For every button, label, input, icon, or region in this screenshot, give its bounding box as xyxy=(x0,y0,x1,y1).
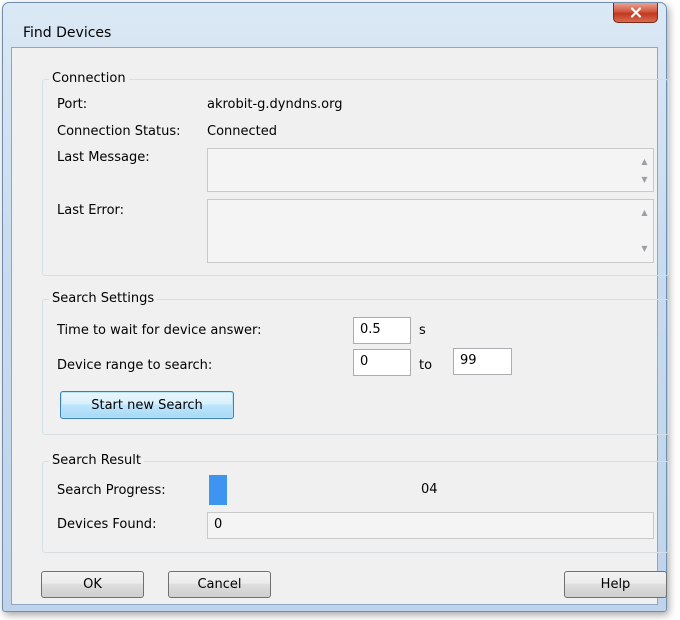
range-from-input[interactable]: 0 xyxy=(353,349,411,376)
close-button[interactable] xyxy=(613,3,658,23)
scroll-down-icon[interactable]: ▼ xyxy=(641,171,647,189)
connection-status-value: Connected xyxy=(207,124,278,139)
search-settings-group-title: Search Settings xyxy=(49,291,158,307)
last-message-label: Last Message: xyxy=(57,150,150,165)
port-value: akrobit-g.dyndns.org xyxy=(207,97,343,112)
last-error-scrollbar[interactable]: ▲ ▼ xyxy=(636,200,653,262)
find-devices-window: Find Devices Connection Search Settings … xyxy=(2,2,669,612)
search-progress-value: 04 xyxy=(421,482,438,497)
last-error-field[interactable]: ▲ ▼ xyxy=(207,199,654,263)
devices-found-value: 0 xyxy=(214,517,223,532)
last-message-scrollbar[interactable]: ▲ ▼ xyxy=(636,149,653,191)
scroll-up-icon[interactable]: ▲ xyxy=(641,204,647,222)
start-new-search-button[interactable]: Start new Search xyxy=(60,391,234,419)
port-label: Port: xyxy=(57,97,88,112)
scroll-down-icon[interactable]: ▼ xyxy=(641,240,647,258)
last-error-label: Last Error: xyxy=(57,203,125,218)
device-range-label: Device range to search: xyxy=(57,358,213,373)
search-progress-bar: 04 xyxy=(209,475,653,505)
close-icon xyxy=(630,7,641,18)
wait-time-unit: s xyxy=(419,323,426,338)
window-title: Find Devices xyxy=(23,25,112,41)
scroll-up-icon[interactable]: ▲ xyxy=(641,153,647,171)
search-progress-label: Search Progress: xyxy=(57,483,166,498)
search-progress-fill xyxy=(209,475,227,505)
cancel-button[interactable]: Cancel xyxy=(168,571,271,598)
ok-button[interactable]: OK xyxy=(41,571,144,598)
connection-group-title: Connection xyxy=(49,71,129,87)
devices-found-field: 0 xyxy=(207,512,654,539)
search-result-group-title: Search Result xyxy=(49,453,144,469)
title-bar[interactable]: Find Devices xyxy=(3,3,666,47)
help-button[interactable]: Help xyxy=(564,571,667,598)
range-to-input[interactable]: 99 xyxy=(453,348,512,375)
range-to-label: to xyxy=(419,358,433,373)
wait-time-input[interactable]: 0.5 xyxy=(353,317,411,344)
connection-status-label: Connection Status: xyxy=(57,124,181,139)
devices-found-label: Devices Found: xyxy=(57,517,157,532)
wait-time-label: Time to wait for device answer: xyxy=(57,323,262,338)
last-message-field[interactable]: ▲ ▼ xyxy=(207,148,654,192)
